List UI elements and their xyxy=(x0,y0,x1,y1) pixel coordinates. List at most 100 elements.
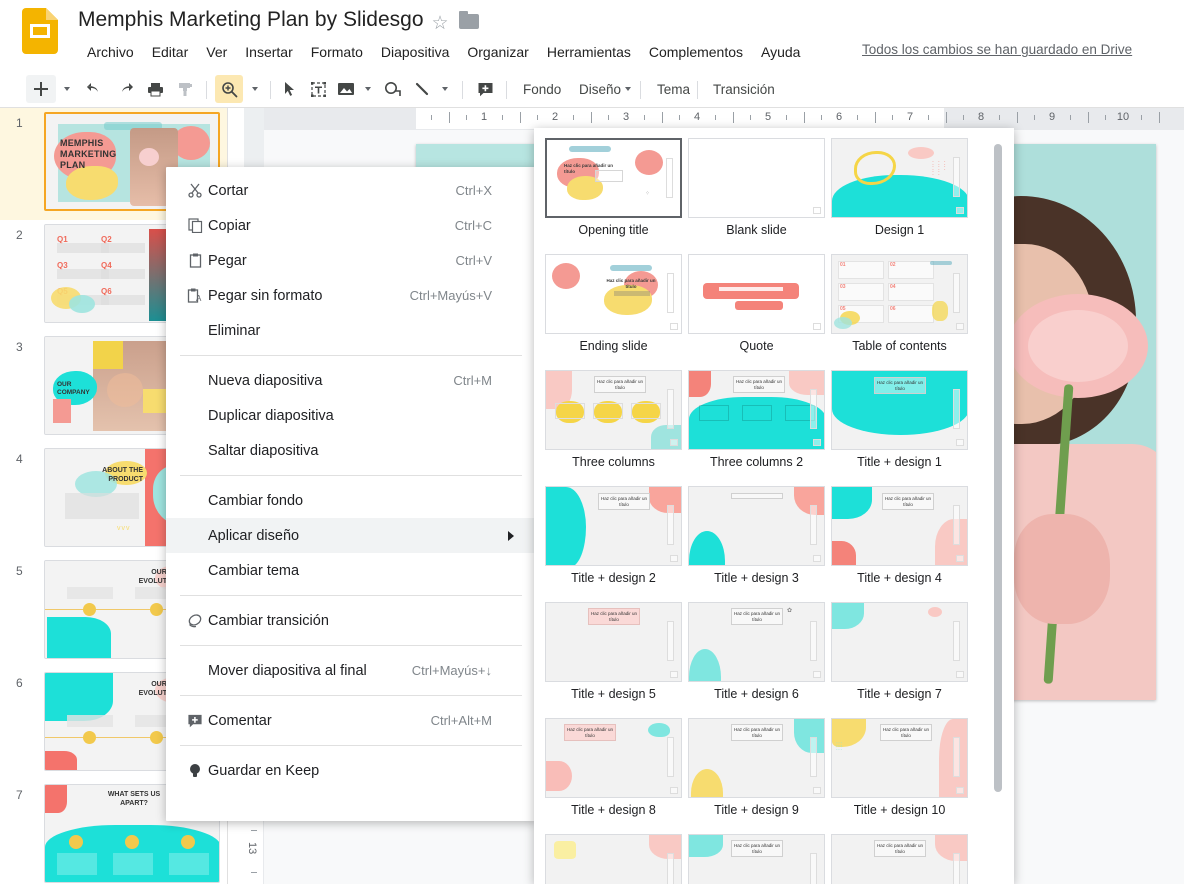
layout-thumbnail: Haz clic para añadir un título xyxy=(545,486,682,566)
menu-organizar[interactable]: Organizar xyxy=(458,42,537,62)
layout-option-title-design-8[interactable]: Haz clic para añadir un título Title + d… xyxy=(542,718,685,817)
gallery-scrollbar-track[interactable] xyxy=(994,136,1008,876)
menu-diapositiva[interactable]: Diapositiva xyxy=(372,42,458,62)
apply-layout-submenu[interactable]: Haz clic para añadir un título ⁘ Opening… xyxy=(534,128,1014,884)
context-menu-item-cambiar-fondo[interactable]: Cambiar fondo xyxy=(166,483,536,518)
horizontal-ruler[interactable]: 1 2 3 4 5 6 7 8 9 10 xyxy=(244,108,1184,130)
layout-thumbnail: :::::: Haz clic para añadir un título xyxy=(831,718,968,798)
star-icon[interactable]: ☆ xyxy=(430,14,450,34)
paint-format-button[interactable] xyxy=(172,75,198,103)
layout-option-title-design-9[interactable]: Haz clic para añadir un título Title + d… xyxy=(685,718,828,817)
menu-insertar[interactable]: Insertar xyxy=(236,42,301,62)
background-button[interactable]: Fondo xyxy=(514,75,570,103)
layout-label: Three columns xyxy=(572,455,655,469)
theme-button[interactable]: Tema xyxy=(648,75,699,103)
layout-thumbnail: Haz clic para añadir un título xyxy=(545,370,682,450)
menu-formato[interactable]: Formato xyxy=(302,42,372,62)
context-menu-item-comentar[interactable]: Comentar Ctrl+Alt+M xyxy=(166,703,536,738)
context-menu-item-duplicar-diapositiva[interactable]: Duplicar diapositiva xyxy=(166,398,536,433)
context-menu-item-cambiar-transicion[interactable]: Cambiar transición xyxy=(166,603,536,638)
save-status-link[interactable]: Todos los cambios se han guardado en Dri… xyxy=(862,42,1132,57)
layout-option-title-design-2[interactable]: Haz clic para añadir un título Title + d… xyxy=(542,486,685,585)
layout-option-title-design-4[interactable]: Haz clic para añadir un título Title + d… xyxy=(828,486,971,585)
layout-option-title-design-1[interactable]: Haz clic para añadir un título Title + d… xyxy=(828,370,971,469)
context-menu-label: Guardar en Keep xyxy=(208,762,320,779)
context-menu-item-guardar-en-keep[interactable]: Guardar en Keep xyxy=(166,753,536,788)
context-menu-label: Copiar xyxy=(208,217,251,234)
slide-number: 4 xyxy=(16,452,23,466)
gallery-scrollbar-thumb[interactable] xyxy=(994,144,1002,792)
redo-button[interactable] xyxy=(112,75,138,103)
layout-option-title-design-13[interactable]: Haz clic para añadir un título Title + d… xyxy=(828,834,971,884)
layout-option-quote[interactable]: Quote xyxy=(685,254,828,353)
context-menu-label: Aplicar diseño xyxy=(208,527,300,544)
layout-label: Title + design 4 xyxy=(857,571,942,585)
line-dropdown[interactable] xyxy=(437,75,453,103)
zoom-button[interactable] xyxy=(215,75,243,103)
layout-option-title-design-3[interactable]: Title + design 3 xyxy=(685,486,828,585)
context-menu-label: Eliminar xyxy=(208,322,261,339)
layout-option-opening-title[interactable]: Haz clic para añadir un título ⁘ Opening… xyxy=(542,138,685,237)
context-menu-separator xyxy=(180,475,522,476)
layout-option-table-of-contents[interactable]: 01 02 03 04 05 06 Table of contents xyxy=(828,254,971,353)
layout-option-three-columns-2[interactable]: Haz clic para añadir un título Three col… xyxy=(685,370,828,469)
context-menu-item-eliminar[interactable]: Eliminar xyxy=(166,313,536,348)
context-menu-item-cambiar-tema[interactable]: Cambiar tema xyxy=(166,553,536,588)
new-slide-dropdown[interactable] xyxy=(58,75,76,103)
select-cursor-icon[interactable] xyxy=(277,75,303,103)
menu-herramientas[interactable]: Herramientas xyxy=(538,42,640,62)
context-menu-label: Nueva diapositiva xyxy=(208,372,323,389)
layout-option-ending-slide[interactable]: Haz clic para añadir un título Ending sl… xyxy=(542,254,685,353)
layout-option-design-1[interactable]: : : :: : :: : Design 1 xyxy=(828,138,971,237)
ruler-label: 2 xyxy=(551,111,559,123)
context-menu-item-pegar[interactable]: Pegar Ctrl+V xyxy=(166,243,536,278)
clipboard-text-icon: A xyxy=(184,278,206,313)
menu-complementos[interactable]: Complementos xyxy=(640,42,752,62)
ruler-label: 5 xyxy=(764,111,772,123)
layout-option-title-design-11[interactable]: Title + design 11 xyxy=(542,834,685,884)
ruler-label: 9 xyxy=(1048,111,1056,123)
layout-option-title-design-12[interactable]: Haz clic para añadir un título Title + d… xyxy=(685,834,828,884)
image-icon[interactable] xyxy=(333,75,359,103)
folder-icon[interactable] xyxy=(459,11,479,30)
slide-number: 1 xyxy=(16,116,23,130)
layout-option-title-design-6[interactable]: Haz clic para añadir un título ✿ Title +… xyxy=(685,602,828,701)
text-box-icon[interactable] xyxy=(305,75,331,103)
image-dropdown[interactable] xyxy=(360,75,376,103)
layout-label: Title + design 7 xyxy=(857,687,942,701)
layout-option-title-design-5[interactable]: Haz clic para añadir un título Title + d… xyxy=(542,602,685,701)
layout-option-title-design-10[interactable]: :::::: Haz clic para añadir un título Ti… xyxy=(828,718,971,817)
layout-option-title-design-7[interactable]: Title + design 7 xyxy=(828,602,971,701)
menu-editar[interactable]: Editar xyxy=(143,42,198,62)
layout-option-blank-slide[interactable]: Blank slide xyxy=(685,138,828,237)
context-menu-item-nueva-diapositiva[interactable]: Nueva diapositiva Ctrl+M xyxy=(166,363,536,398)
context-menu-item-copiar[interactable]: Copiar Ctrl+C xyxy=(166,208,536,243)
shape-icon[interactable] xyxy=(380,75,406,103)
undo-button[interactable] xyxy=(82,75,108,103)
print-button[interactable] xyxy=(142,75,168,103)
context-menu-item-cortar[interactable]: Cortar Ctrl+X xyxy=(166,173,536,208)
add-comment-icon[interactable] xyxy=(472,75,498,103)
layout-thumbnail xyxy=(688,254,825,334)
menu-ayuda[interactable]: Ayuda xyxy=(752,42,809,62)
clipboard-icon xyxy=(184,243,206,278)
document-title[interactable]: Memphis Marketing Plan by Slidesgo xyxy=(78,8,424,32)
context-menu-item-pegar-sin-formato[interactable]: A Pegar sin formato Ctrl+Mayús+V xyxy=(166,278,536,313)
zoom-dropdown[interactable] xyxy=(246,75,264,103)
context-menu-item-aplicar-diseno[interactable]: Aplicar diseño xyxy=(166,518,536,553)
layout-option-three-columns[interactable]: Haz clic para añadir un título Three col… xyxy=(542,370,685,469)
layout-thumbnail: Haz clic para añadir un título xyxy=(831,834,968,884)
context-menu-separator xyxy=(180,595,522,596)
layout-label: Blank slide xyxy=(726,223,787,237)
context-menu-item-mover-diapositiva-al-final[interactable]: Mover diapositiva al final Ctrl+Mayús+↓ xyxy=(166,653,536,688)
menu-archivo[interactable]: Archivo xyxy=(78,42,143,62)
toolbar: Fondo Diseño Tema Transición xyxy=(0,70,1184,108)
menu-ver[interactable]: Ver xyxy=(197,42,236,62)
new-slide-button[interactable] xyxy=(26,75,56,103)
line-icon[interactable] xyxy=(410,75,434,103)
transition-button[interactable]: Transición xyxy=(704,75,784,103)
layout-button[interactable]: Diseño xyxy=(570,75,640,103)
context-menu-item-saltar-diapositiva[interactable]: Saltar diapositiva xyxy=(166,433,536,468)
keep-bulb-icon xyxy=(184,753,206,788)
slide-context-menu[interactable]: Cortar Ctrl+X Copiar Ctrl+C Pegar Ctrl+V… xyxy=(166,167,536,821)
